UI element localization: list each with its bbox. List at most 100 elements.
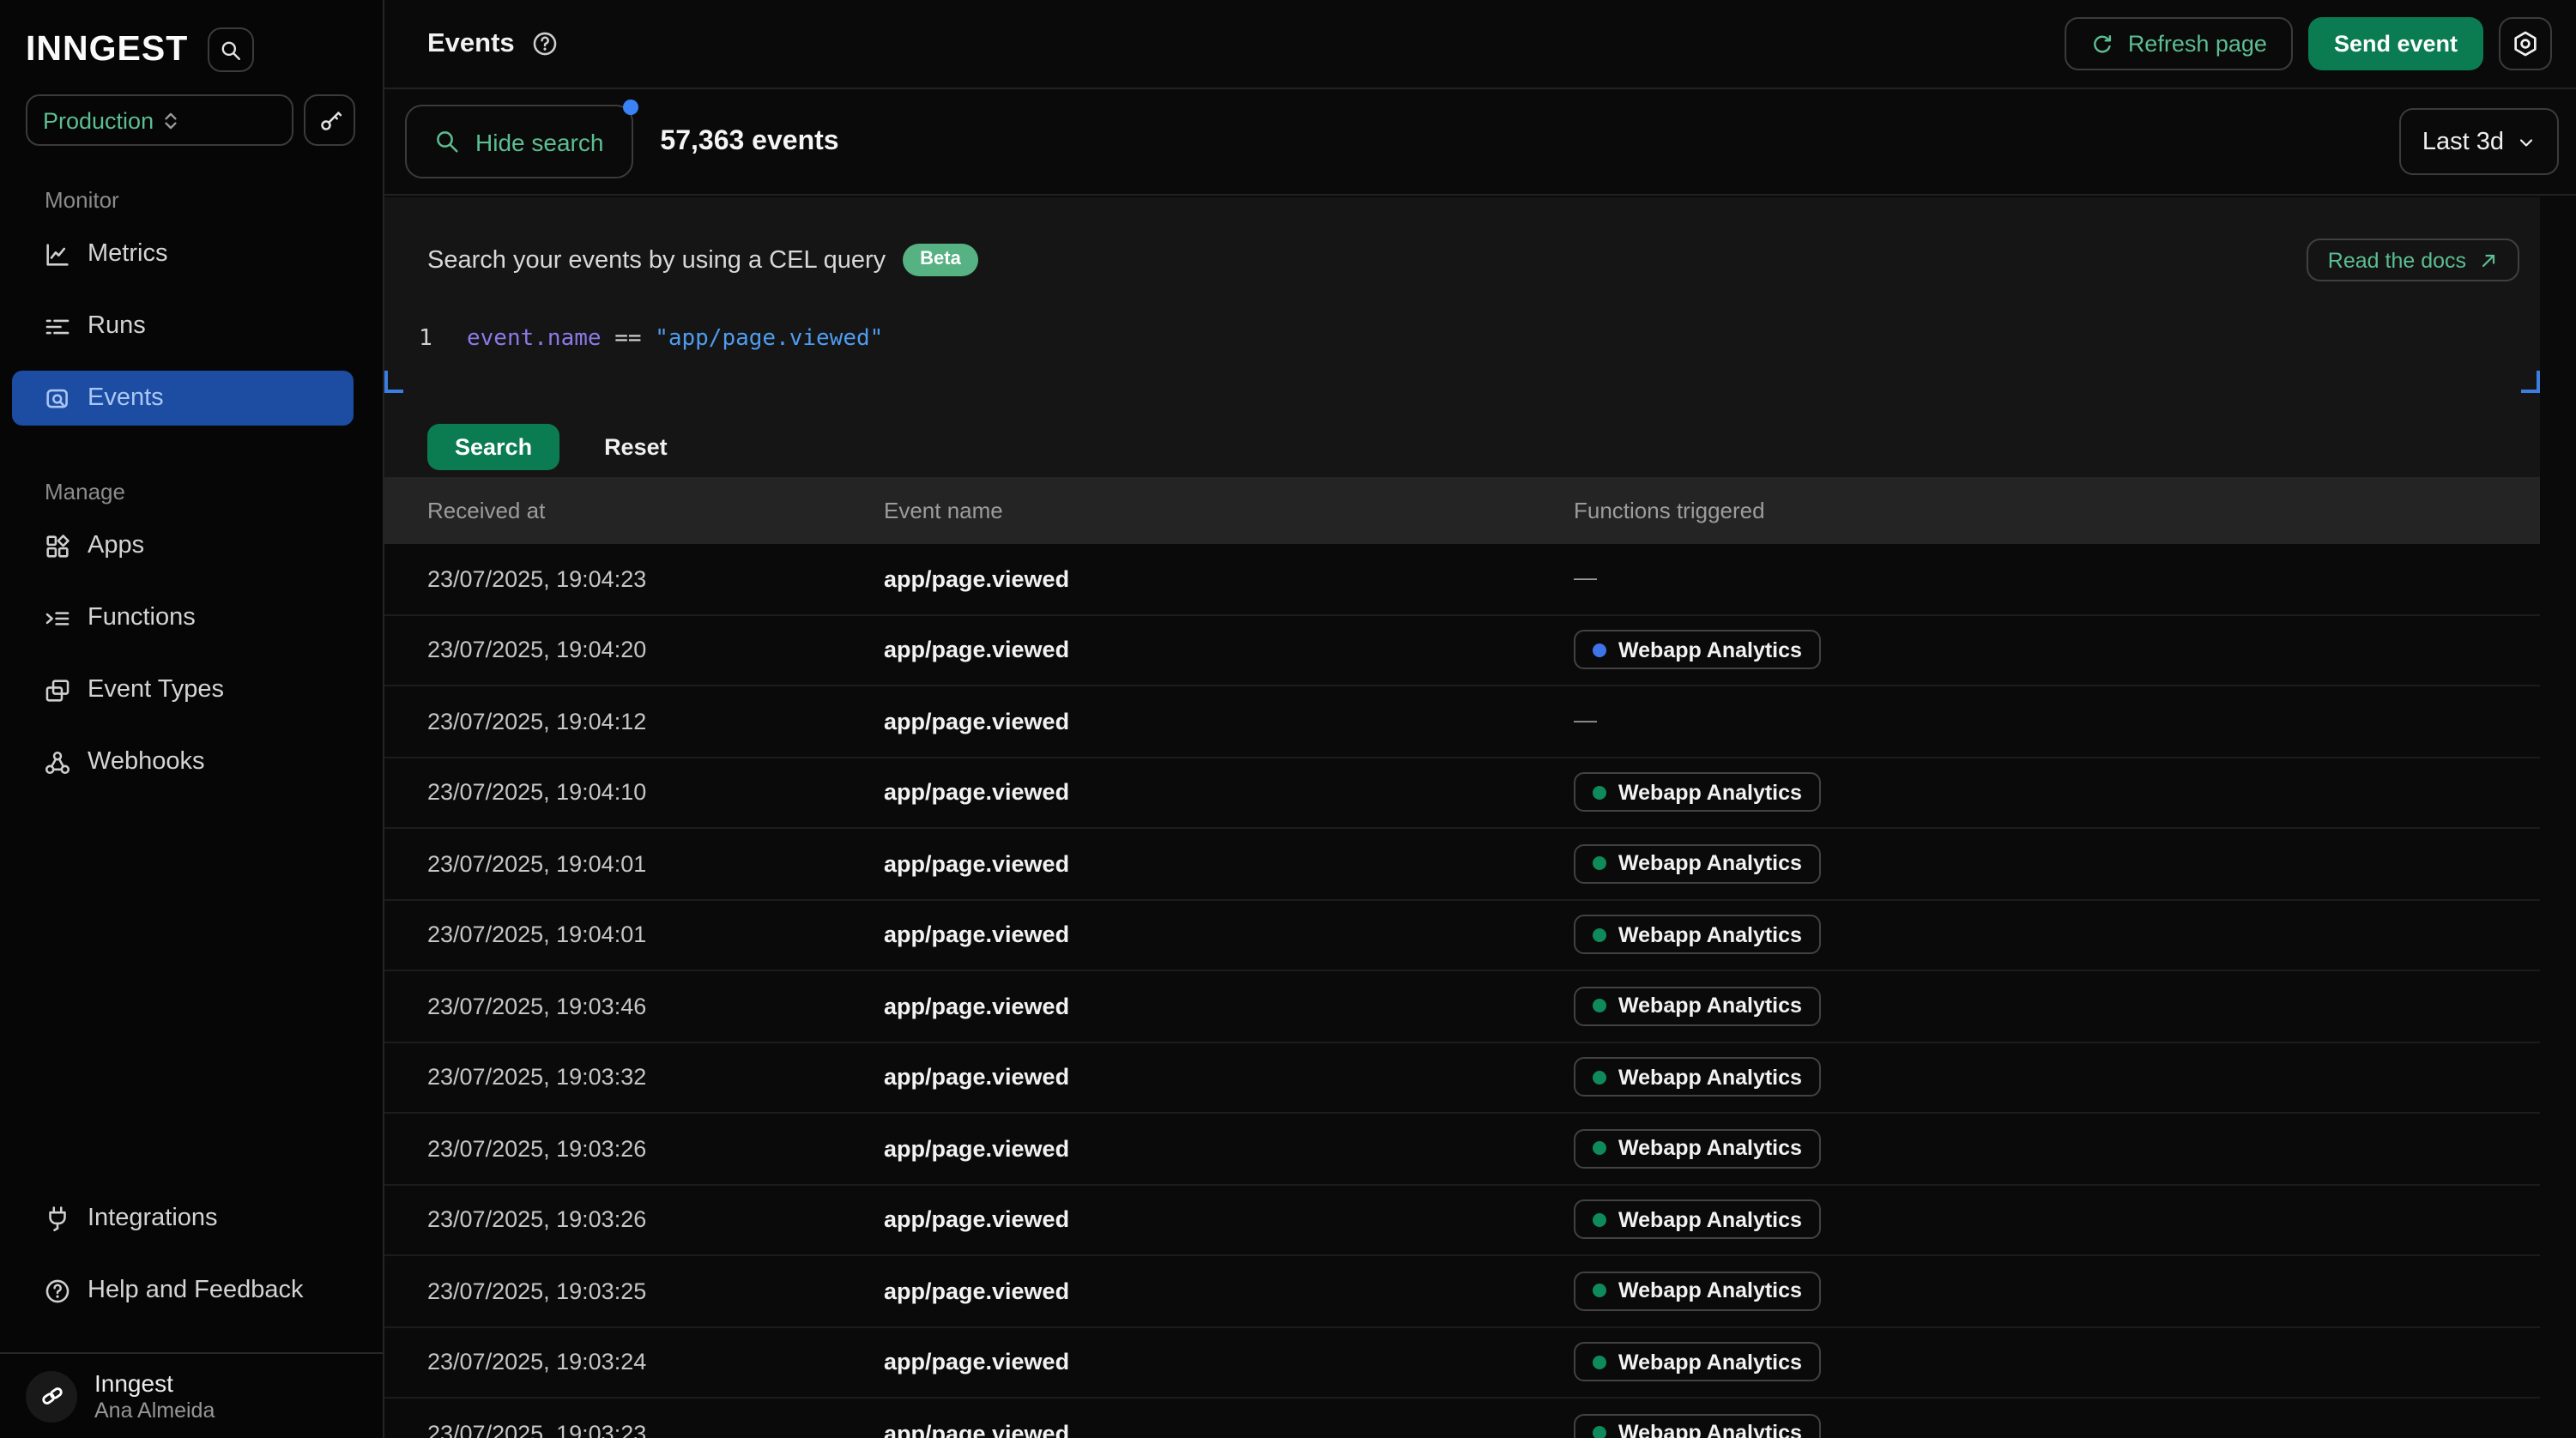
cell-event-name: app/page.viewed	[884, 637, 1574, 663]
sidebar-search-button[interactable]	[207, 27, 253, 72]
section-label-manage: Manage	[0, 479, 383, 505]
notification-dot	[622, 100, 638, 115]
header-actions: Refresh page Send event	[2065, 17, 2552, 70]
runs-icon	[43, 311, 72, 341]
webhook-icon	[43, 747, 72, 776]
function-badge[interactable]: Webapp Analytics	[1574, 1129, 1821, 1169]
account-menu[interactable]: Inngest Ana Almeida	[0, 1354, 383, 1438]
sidebar-item-functions[interactable]: Functions	[12, 590, 354, 645]
inngest-logo[interactable]: INNGEST	[26, 29, 188, 70]
cell-event-name: app/page.viewed	[884, 566, 1574, 592]
search-button[interactable]: Search	[427, 424, 559, 470]
sidebar: INNGEST Production Monitor	[0, 0, 384, 1438]
cel-heading: Search your events by using a CEL query	[427, 246, 886, 274]
cell-event-name: app/page.viewed	[884, 709, 1574, 734]
cell-functions-triggered: Webapp Analytics	[1574, 915, 2540, 955]
function-badge-label: Webapp Analytics	[1618, 781, 1802, 805]
table-row[interactable]: 23/07/2025, 19:04:01app/page.viewedWebap…	[384, 829, 2540, 900]
cell-functions-triggered: Webapp Analytics	[1574, 1058, 2540, 1097]
function-badge[interactable]: Webapp Analytics	[1574, 773, 1821, 813]
time-range-selector[interactable]: Last 3d	[2400, 108, 2559, 175]
function-badge[interactable]: Webapp Analytics	[1574, 1058, 1821, 1097]
cell-received-at: 23/07/2025, 19:04:23	[427, 566, 884, 592]
cell-event-name: app/page.viewed	[884, 1065, 1574, 1091]
sidebar-item-label: Events	[88, 384, 164, 412]
sidebar-item-label: Runs	[88, 312, 146, 340]
cell-event-name: app/page.viewed	[884, 1207, 1574, 1233]
events-count: 57,363 events	[660, 126, 838, 157]
column-header-received-at: Received at	[427, 498, 884, 523]
reset-button[interactable]: Reset	[604, 434, 668, 460]
function-status-dot	[1593, 1142, 1606, 1156]
sidebar-item-event-types[interactable]: Event Types	[12, 662, 354, 717]
function-badge[interactable]: Webapp Analytics	[1574, 844, 1821, 884]
apps-icon	[43, 531, 72, 560]
editor-corner-mark-left	[384, 371, 403, 393]
send-event-button[interactable]: Send event	[2308, 17, 2483, 70]
function-badge[interactable]: Webapp Analytics	[1574, 1414, 1821, 1438]
cel-search-panel: Search your events by using a CEL query …	[384, 197, 2540, 477]
sidebar-item-integrations[interactable]: Integrations	[12, 1191, 354, 1246]
function-badge-label: Webapp Analytics	[1618, 1137, 1802, 1161]
table-row[interactable]: 23/07/2025, 19:04:10app/page.viewedWebap…	[384, 758, 2540, 829]
table-row[interactable]: 23/07/2025, 19:04:23app/page.viewed—	[384, 544, 2540, 615]
function-badge[interactable]: Webapp Analytics	[1574, 987, 1821, 1026]
function-badge[interactable]: Webapp Analytics	[1574, 1200, 1821, 1240]
send-event-label: Send event	[2334, 31, 2458, 57]
function-status-dot	[1593, 643, 1606, 657]
table-row[interactable]: 23/07/2025, 19:03:25app/page.viewedWebap…	[384, 1256, 2540, 1327]
sidebar-item-label: Integrations	[88, 1205, 218, 1232]
refresh-page-button[interactable]: Refresh page	[2065, 17, 2293, 70]
function-badge[interactable]: Webapp Analytics	[1574, 1272, 1821, 1311]
logo-row: INNGEST	[0, 12, 383, 88]
table-row[interactable]: 23/07/2025, 19:04:12app/page.viewed—	[384, 686, 2540, 758]
table-row[interactable]: 23/07/2025, 19:03:23app/page.viewedWebap…	[384, 1399, 2540, 1438]
help-circle-icon	[43, 1276, 72, 1305]
sidebar-item-metrics[interactable]: Metrics	[12, 227, 354, 281]
cell-functions-triggered: Webapp Analytics	[1574, 631, 2540, 670]
account-text: Inngest Ana Almeida	[94, 1369, 215, 1423]
environment-selector[interactable]: Production	[26, 94, 293, 146]
function-status-dot	[1593, 928, 1606, 942]
table-row[interactable]: 23/07/2025, 19:03:24app/page.viewedWebap…	[384, 1327, 2540, 1399]
sidebar-item-events[interactable]: Events	[12, 371, 354, 426]
function-badge[interactable]: Webapp Analytics	[1574, 915, 1821, 955]
table-row[interactable]: 23/07/2025, 19:03:46app/page.viewedWebap…	[384, 971, 2540, 1042]
function-status-dot	[1593, 1284, 1606, 1298]
cell-event-name: app/page.viewed	[884, 1350, 1574, 1375]
main-content: Events Refresh page Send event	[384, 0, 2576, 1438]
cell-functions-triggered: Webapp Analytics	[1574, 1414, 2540, 1438]
search-icon	[434, 129, 460, 154]
sidebar-item-webhooks[interactable]: Webhooks	[12, 734, 354, 789]
chevrons-up-down-icon	[160, 109, 276, 131]
settings-button[interactable]	[2499, 17, 2552, 70]
table-row[interactable]: 23/07/2025, 19:04:01app/page.viewedWebap…	[384, 900, 2540, 971]
sidebar-item-runs[interactable]: Runs	[12, 299, 354, 353]
cell-received-at: 23/07/2025, 19:03:32	[427, 1065, 884, 1091]
table-row[interactable]: 23/07/2025, 19:03:26app/page.viewedWebap…	[384, 1185, 2540, 1256]
cell-event-name: app/page.viewed	[884, 1278, 1574, 1304]
table-row[interactable]: 23/07/2025, 19:03:26app/page.viewedWebap…	[384, 1114, 2540, 1185]
table-row[interactable]: 23/07/2025, 19:04:20app/page.viewedWebap…	[384, 615, 2540, 686]
cel-query-editor[interactable]: 1 event.name == "app/page.viewed"	[384, 312, 2540, 393]
table-row[interactable]: 23/07/2025, 19:03:32app/page.viewedWebap…	[384, 1042, 2540, 1114]
function-badge[interactable]: Webapp Analytics	[1574, 631, 1821, 670]
sidebar-item-label: Apps	[88, 532, 144, 559]
event-keys-button[interactable]	[304, 94, 355, 146]
read-the-docs-label: Read the docs	[2328, 248, 2466, 272]
editor-code-line: event.name == "app/page.viewed"	[467, 312, 883, 393]
function-badge-label: Webapp Analytics	[1618, 1422, 1802, 1438]
events-table-body: 23/07/2025, 19:04:23app/page.viewed—23/0…	[384, 544, 2540, 1438]
read-the-docs-link[interactable]: Read the docs	[2307, 239, 2519, 281]
hide-search-button[interactable]: Hide search	[405, 105, 632, 178]
cell-functions-triggered: —	[1574, 564, 2540, 595]
function-status-dot	[1593, 786, 1606, 800]
key-icon	[317, 107, 342, 133]
function-badge[interactable]: Webapp Analytics	[1574, 1343, 1821, 1382]
sidebar-item-apps[interactable]: Apps	[12, 518, 354, 573]
plug-icon	[43, 1204, 72, 1233]
sidebar-item-label: Webhooks	[88, 748, 205, 776]
chevron-down-icon	[2516, 131, 2537, 152]
sidebar-item-help-feedback[interactable]: Help and Feedback	[12, 1263, 354, 1318]
page-help-icon[interactable]	[530, 29, 559, 58]
